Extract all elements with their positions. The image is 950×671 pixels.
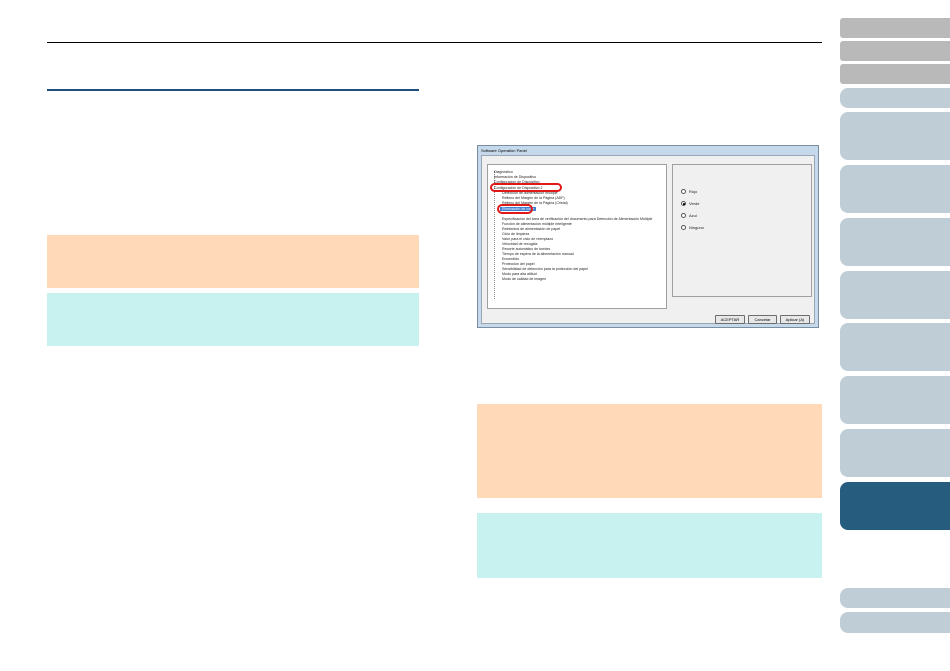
attention-note-box [47, 235, 419, 288]
hint-note-box [477, 513, 822, 578]
tree-item[interactable]: Función de alimentación múltiple intelig… [502, 222, 572, 226]
apply-button[interactable]: Aplicar (A) [780, 315, 810, 324]
side-tab-top-2[interactable] [840, 41, 950, 61]
side-tab-chapter[interactable] [840, 218, 950, 266]
side-tab-top-1[interactable] [840, 18, 950, 38]
radio-button-icon[interactable] [681, 189, 686, 194]
hint-note-box [47, 293, 419, 346]
tree-item[interactable]: Ciclo de limpieza [502, 232, 529, 236]
radio-button-icon[interactable] [681, 225, 686, 230]
radio-option-verde[interactable]: Verde [681, 201, 699, 206]
radio-label: Verde [689, 201, 700, 206]
side-tab-chapter-active[interactable] [840, 482, 950, 530]
tree-item[interactable]: Especificación del área de verificación … [502, 217, 652, 221]
dialog-title: Software Operation Panel [481, 148, 527, 153]
radio-label: Rojo [689, 189, 698, 194]
radio-button-selected-icon[interactable] [681, 201, 686, 206]
side-tab-chapter[interactable] [840, 271, 950, 319]
radio-option-azul[interactable]: Azul [681, 213, 697, 218]
cancel-button[interactable]: Cancelar [748, 315, 777, 324]
attention-note-box [477, 404, 822, 498]
side-tab-chapter[interactable] [840, 323, 950, 371]
tree-item[interactable]: Modo para alta altitud [502, 272, 537, 276]
tree-item[interactable]: Tiempo de espera de la alimentación manu… [502, 252, 574, 256]
radio-label: Ninguno [689, 225, 704, 230]
red-highlight-outline [497, 204, 533, 214]
radio-option-rojo[interactable]: Rojo [681, 189, 697, 194]
radio-option-ninguno[interactable]: Ninguno [681, 225, 704, 230]
red-highlight-outline [490, 183, 562, 192]
color-radio-panel: Rojo Verde Azul Ninguno [672, 164, 812, 297]
side-tab-chapter[interactable] [840, 376, 950, 424]
page-top-rule [47, 42, 822, 43]
software-operation-panel-dialog: Software Operation Panel Diagnóstico Inf… [477, 145, 819, 328]
tree-item[interactable]: Información de Dispositivo [494, 175, 536, 179]
side-tab-bottom-2[interactable] [840, 612, 950, 633]
side-tab-chapter[interactable] [840, 165, 950, 213]
tree-item[interactable]: Valor para el ciclo de reemplazo [502, 237, 553, 241]
ok-button[interactable]: ACEPTAR [715, 315, 745, 324]
side-tab-chapter[interactable] [840, 112, 950, 160]
section-heading-rule [47, 89, 419, 91]
tree-item[interactable]: Diagnóstico [494, 170, 513, 174]
side-tab-chapter[interactable] [840, 429, 950, 477]
radio-button-icon[interactable] [681, 213, 686, 218]
side-tab-bottom-1[interactable] [840, 588, 950, 608]
tree-item[interactable]: Relleno del Margen de la Página (ADF) [502, 196, 565, 200]
tree-item[interactable]: Modo de calidad de imagen [502, 277, 546, 281]
tree-item[interactable]: Encendido [502, 257, 519, 261]
side-tab-chapter[interactable] [840, 88, 950, 108]
tree-item[interactable]: Velocidad de recogida [502, 242, 537, 246]
tree-item[interactable]: Reintentos de alimentación de papel [502, 227, 560, 231]
tree-item[interactable]: Protección del papel [502, 262, 535, 266]
tree-item[interactable]: Sensibilidad de detección para la protec… [502, 267, 588, 271]
settings-tree: Diagnóstico Información de Dispositivo C… [487, 164, 667, 309]
radio-label: Azul [689, 213, 697, 218]
dialog-body: Diagnóstico Información de Dispositivo C… [481, 155, 815, 324]
side-tab-top-3[interactable] [840, 64, 950, 84]
tree-item[interactable]: Recorte automático de bordes [502, 247, 550, 251]
